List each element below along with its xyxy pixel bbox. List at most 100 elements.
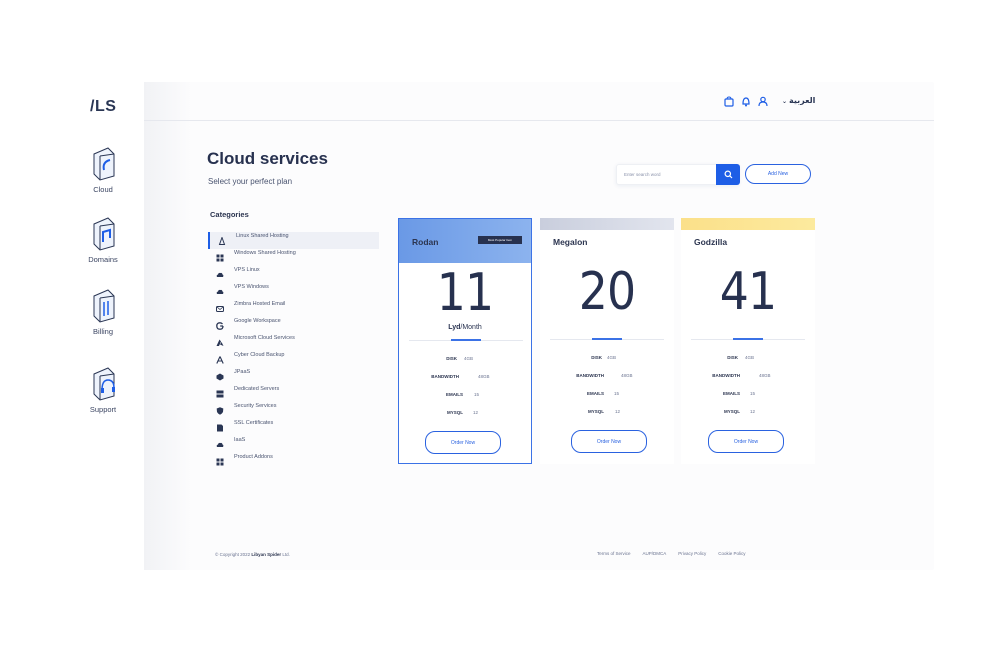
category-item-cyber-cloud-backup[interactable]: Cyber Cloud Backup [208, 351, 379, 368]
language-label: العربية [789, 96, 816, 105]
search-icon [723, 170, 732, 179]
category-label: SSL Certificates [234, 420, 274, 426]
plan-price: 41 [719, 262, 777, 322]
category-label: Google Workspace [234, 318, 281, 324]
categories-list: Linux Shared Hosting Windows Shared Host… [208, 232, 379, 470]
nav-item-domains[interactable]: Domains [73, 216, 133, 264]
user-icon[interactable] [758, 96, 768, 107]
card-header-band [681, 218, 815, 230]
support-icon [93, 367, 115, 401]
category-label: Microsoft Cloud Services [234, 335, 295, 341]
search-input[interactable] [617, 165, 717, 184]
plan-price: 20 [578, 262, 636, 322]
category-label: Zimbra Hosted Email [234, 301, 286, 307]
plan-name: Godzilla [694, 237, 728, 247]
nav-label: Domains [88, 255, 118, 264]
divider-accent [451, 339, 481, 341]
category-label: Linux Shared Hosting [236, 233, 289, 239]
category-item-iaas[interactable]: IaaS [208, 436, 379, 453]
category-item-zimbra-hosted-email[interactable]: Zimbra Hosted Email [208, 300, 379, 317]
footer-copyright: © Copyright 2022 Libyan Spider Ltd. [215, 552, 290, 557]
category-item-microsoft-cloud-services[interactable]: Microsoft Cloud Services [208, 334, 379, 351]
linux-icon [218, 237, 226, 245]
category-item-ssl-certificates[interactable]: SSL Certificates [208, 419, 379, 436]
plan-name: Megalon [553, 237, 588, 247]
nav-item-billing[interactable]: Billing [73, 288, 133, 336]
page: /LS Cloud Domains Billing Support ⌄ العر… [0, 0, 996, 652]
footer-link-terms[interactable]: Terms of Service [597, 551, 631, 556]
azure-icon [216, 339, 224, 346]
cloud-icon [216, 289, 224, 294]
order-now-button[interactable]: Order Now [571, 430, 647, 453]
divider-accent [592, 338, 622, 340]
company-name[interactable]: Libyan Spider [251, 552, 281, 557]
server-icon [216, 390, 224, 398]
billing-icon [93, 289, 115, 323]
category-item-google-workspace[interactable]: Google Workspace [208, 317, 379, 334]
jpaas-icon [216, 373, 224, 381]
plan-period: Lyd/Month [399, 324, 531, 331]
period: /Month [460, 324, 482, 331]
cloud-icon [93, 147, 115, 181]
category-item-linux-shared-hosting[interactable]: Linux Shared Hosting [208, 232, 379, 249]
category-label: IaaS [234, 437, 246, 443]
topbar-icons [724, 96, 768, 107]
popular-badge: Most Popular Item [478, 236, 522, 244]
category-label: VPS Linux [234, 267, 260, 273]
category-label: Windows Shared Hosting [234, 250, 296, 256]
order-now-button[interactable]: Order Now [425, 431, 501, 454]
add-new-button[interactable]: Add New [745, 164, 811, 184]
category-item-dedicated-servers[interactable]: Dedicated Servers [208, 385, 379, 402]
category-item-product-addons[interactable]: Product Addons [208, 453, 379, 470]
category-label: Security Services [234, 403, 277, 409]
footer-link-privacy[interactable]: Privacy Policy [678, 551, 706, 556]
nav-label: Support [89, 405, 117, 414]
certificate-icon [217, 424, 223, 432]
cart-icon[interactable] [724, 96, 734, 107]
main-panel: ⌄ العربية Cloud services Select your perf… [144, 82, 934, 570]
currency: Lyd [448, 324, 461, 331]
azure-icon [216, 356, 224, 364]
category-item-jpaas[interactable]: JPaaS [208, 368, 379, 385]
footer-link-cookie[interactable]: Cookie Policy [718, 551, 745, 556]
category-item-vps-windows[interactable]: VPS Windows [208, 283, 379, 300]
category-label: Cyber Cloud Backup [234, 352, 285, 358]
search-box [616, 164, 740, 185]
google-icon [216, 322, 224, 330]
nav-item-cloud[interactable]: Cloud [73, 146, 133, 194]
category-label: JPaaS [234, 369, 251, 375]
page-subtitle: Select your perfect plan [208, 177, 293, 186]
category-label: Dedicated Servers [234, 386, 280, 392]
divider-accent [733, 338, 763, 340]
shield-icon [216, 407, 224, 415]
category-label: VPS Windows [234, 284, 269, 290]
card-header-band [540, 218, 674, 230]
panel-shade [144, 82, 192, 570]
nav-item-support[interactable]: Support [73, 366, 133, 414]
bell-icon[interactable] [741, 96, 751, 107]
windows-icon [216, 254, 224, 262]
category-item-security-services[interactable]: Security Services [208, 402, 379, 419]
nav-label: Cloud [93, 185, 113, 194]
language-selector[interactable]: ⌄ العربية [782, 96, 815, 105]
order-now-button[interactable]: Order Now [708, 430, 784, 453]
plan-price: 11 [436, 263, 494, 323]
categories-title: Categories [210, 210, 249, 219]
logo[interactable]: /LS [90, 98, 116, 116]
footer-link-aup[interactable]: AUP/DMCA [643, 551, 667, 556]
category-item-vps-linux[interactable]: VPS Linux [208, 266, 379, 283]
plan-card-megalon: Megalon 20 DISK 4GB BANDWIDTH 48GB EMAILS 1… [540, 218, 674, 464]
topbar: ⌄ العربية [144, 82, 934, 121]
plan-card-rodan: Rodan Most Popular Item 11 Lyd/Month DIS… [398, 218, 532, 464]
plan-name: Rodan [412, 237, 439, 247]
plan-card-godzilla: Godzilla 41 DISK 4GB BANDWIDTH 48GB EMAILS… [681, 218, 815, 464]
chevron-down-icon: ⌄ [782, 99, 788, 105]
footer-links: Terms of Service AUP/DMCA Privacy Policy… [597, 551, 746, 556]
category-label: Product Addons [234, 454, 273, 460]
cloud-icon [216, 272, 224, 277]
email-icon [216, 306, 224, 312]
category-item-windows-shared-hosting[interactable]: Windows Shared Hosting [208, 249, 379, 266]
search-button[interactable] [716, 164, 740, 185]
domains-icon [93, 217, 115, 251]
nav-label: Billing [92, 327, 113, 336]
